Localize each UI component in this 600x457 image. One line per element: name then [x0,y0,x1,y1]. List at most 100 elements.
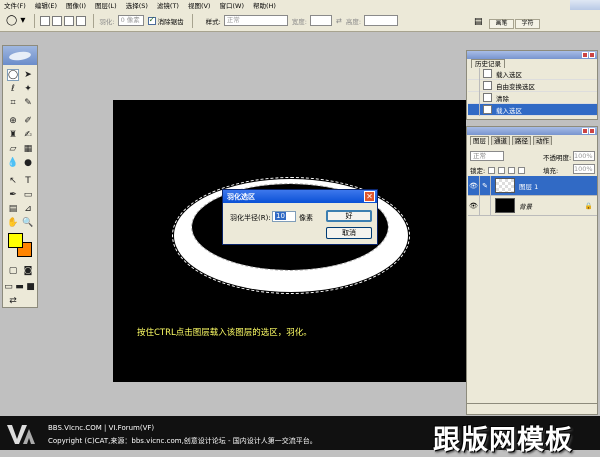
watermark-text: 跟版网模板 [433,425,573,456]
brush-link-icon[interactable] [480,196,491,215]
feather-radius-label: 羽化半径(R): [230,214,271,222]
layer-row[interactable]: 👁 背景 🔒 [468,196,597,216]
menu-select[interactable]: 选择(S) [126,0,148,10]
cancel-button[interactable]: 取消 [326,227,372,239]
width-input[interactable] [310,15,332,26]
add-selection-icon[interactable] [52,15,63,26]
blend-mode-select[interactable]: 正常 [470,151,504,161]
magic-wand-icon[interactable]: ✦ [22,83,34,95]
menu-help[interactable]: 帮助(H) [253,0,276,10]
visibility-eye-icon[interactable]: 👁 [468,176,480,195]
menu-layer[interactable]: 图层(L) [95,0,117,10]
gradient-icon[interactable]: ▦ [22,143,34,155]
notes-icon[interactable]: ▤ [7,203,19,215]
healing-brush-icon[interactable]: ⊕ [7,115,19,127]
history-brush-icon[interactable]: ✍ [22,129,34,141]
history-item-label: 清除 [496,94,509,103]
feather-radius-input[interactable]: 10 [272,211,296,222]
history-item[interactable]: 载入选区 [468,103,597,116]
elliptical-marquee-icon[interactable]: ◯ [7,69,19,81]
swap-icon[interactable]: ⇄ [336,17,342,25]
crop-icon[interactable]: ⌗ [7,97,19,109]
layer-thumbnail [495,178,515,193]
jump-to-imageready-icon[interactable]: ⇄ [7,295,19,307]
shape-icon[interactable]: ▭ [22,189,34,201]
brush-link-icon[interactable]: ✎ [480,176,491,195]
menu-filter[interactable]: 滤镜(T) [157,0,179,10]
opacity-input[interactable]: 100% [573,151,595,161]
menu-image[interactable]: 图像(I) [66,0,86,10]
slice-icon[interactable]: ✎ [22,97,34,109]
lock-transparency-checkbox[interactable] [488,166,496,174]
palette-well-icon[interactable]: ▤ [474,17,483,27]
eraser-icon[interactable]: ▱ [7,143,19,155]
palette-well: ▤ 画笔 字符 [471,14,599,30]
history-item[interactable]: 自由变换选区 [468,79,597,92]
feather-input[interactable]: 0 像素 [117,15,144,26]
height-input[interactable] [364,15,399,26]
lock-position-checkbox[interactable] [508,166,516,174]
blur-icon[interactable]: 💧 [7,157,19,169]
brush-icon[interactable]: ✐ [22,115,34,127]
layers-footer [467,403,597,414]
history-item-label: 载入选区 [496,70,522,79]
close-icon[interactable] [589,128,595,134]
hand-icon[interactable]: ✋ [7,217,19,229]
screen-mode-3-icon[interactable]: ■ [25,281,36,293]
fill-input[interactable]: 100% [573,164,595,174]
marquee-preset-icon[interactable]: ◯ ▾ [6,15,25,26]
tab-brushes[interactable]: 画笔 [489,19,514,29]
layers-palette: 图层 通道 路径 动作 正常 不透明度: 100% 锁定: 填充: 100% 👁… [466,126,598,415]
subtract-selection-icon[interactable] [64,15,75,26]
history-step-icon [483,105,492,114]
lasso-icon[interactable]: ℓ [7,83,19,95]
antialias-checkbox[interactable] [147,15,156,25]
screen-mode-2-icon[interactable]: ▬ [14,281,25,293]
type-tool-icon[interactable]: T [22,175,34,187]
menu-window[interactable]: 窗口(W) [219,0,244,10]
lock-label: 锁定: [470,167,486,175]
menu-view[interactable]: 视图(V) [188,0,211,10]
intersect-selection-icon[interactable] [76,15,87,26]
move-tool-icon[interactable]: ➤ [22,69,34,81]
history-palette: 历史记录 载入选区 自由变换选区 清除 载入选区 [466,50,598,120]
clone-stamp-icon[interactable]: ♜ [7,129,19,141]
ok-button[interactable]: 好 [326,210,372,222]
lock-icon: 🔒 [584,201,593,210]
history-item[interactable]: 载入选区 [468,67,597,80]
close-icon[interactable] [589,52,595,58]
tab-paths[interactable]: 路径 [512,136,531,145]
eyedropper-icon[interactable]: ⊿ [22,203,34,215]
path-select-icon[interactable]: ↖ [7,175,19,187]
menu-edit[interactable]: 编辑(E) [35,0,57,10]
history-item-label: 载入选区 [496,106,522,115]
close-icon[interactable]: ✕ [364,191,375,202]
tab-character[interactable]: 字符 [515,19,540,29]
lock-pixels-checkbox[interactable] [498,166,506,174]
style-select[interactable]: 正常 [223,15,288,26]
lock-all-checkbox[interactable] [518,166,526,174]
feather-dialog: 羽化选区 ✕ 羽化半径(R): 10 像素 好 取消 [222,189,378,245]
screen-mode-1-icon[interactable]: ▭ [3,281,14,293]
tab-actions[interactable]: 动作 [533,136,552,145]
standard-mode-icon[interactable]: ▢ [7,265,19,277]
pen-icon[interactable]: ✒ [7,189,19,201]
footer-copyright-line: Copyright (C)CAT,来源：bbs.vicnc.com,创意设计论坛… [48,437,317,445]
history-step-icon [483,69,492,78]
quickmask-mode-icon[interactable]: ◙ [22,265,34,277]
foreground-color-swatch[interactable] [8,233,23,248]
minimize-icon[interactable] [582,52,588,58]
history-item[interactable]: 清除 [468,91,597,104]
tab-layers[interactable]: 图层 [470,136,489,145]
dodge-icon[interactable]: ● [22,157,34,169]
feather-unit-label: 像素 [299,214,313,222]
layer-row[interactable]: 👁 ✎ 图层 1 [468,176,597,196]
new-selection-icon[interactable] [40,15,51,26]
zoom-icon[interactable]: 🔍 [22,217,34,229]
minimize-icon[interactable] [582,128,588,134]
separator [191,13,193,28]
footer-site-line: BBS.VIcnc.COM | VI.Forum(VF) [48,424,155,432]
visibility-eye-icon[interactable]: 👁 [468,196,480,215]
menu-file[interactable]: 文件(F) [4,0,26,10]
tab-channels[interactable]: 通道 [491,136,510,145]
